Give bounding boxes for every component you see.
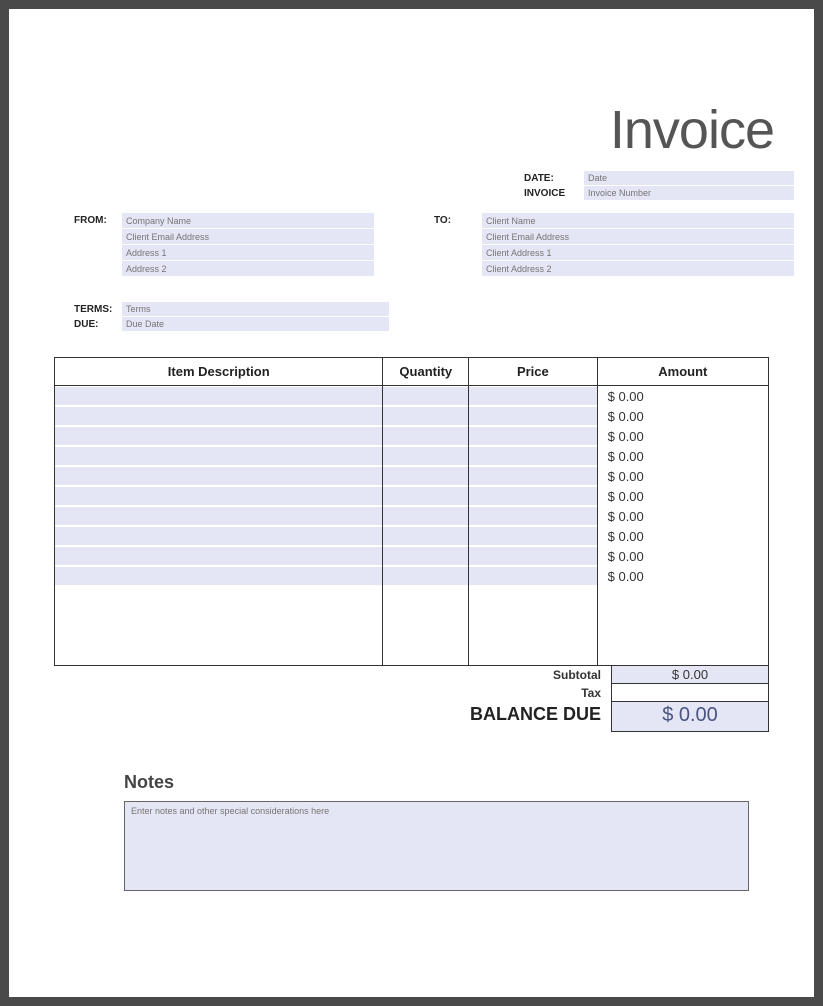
item-price-input[interactable] <box>469 387 597 405</box>
to-name-input[interactable] <box>482 213 794 228</box>
totals-block: Subtotal $ 0.00 Tax BALANCE DUE $ 0.00 <box>54 666 769 732</box>
invoice-number-label: INVOICE <box>524 188 584 199</box>
invoice-meta: DATE: INVOICE <box>524 171 794 201</box>
to-address1-input[interactable] <box>482 245 794 260</box>
invoice-page: Invoice DATE: INVOICE FROM: TO: <box>9 9 814 997</box>
table-row: $ 0.00 <box>55 447 769 466</box>
item-description-input[interactable] <box>55 447 382 465</box>
table-row: $ 0.00 <box>55 547 769 566</box>
to-block: TO: <box>434 213 794 277</box>
from-label: FROM: <box>74 213 122 277</box>
item-amount-value: $ 0.00 <box>597 407 768 426</box>
item-amount-value: $ 0.00 <box>597 507 768 526</box>
item-quantity-input[interactable] <box>383 527 468 545</box>
item-description-input[interactable] <box>55 467 382 485</box>
item-price-input[interactable] <box>469 407 597 425</box>
subtotal-value: $ 0.00 <box>611 666 769 684</box>
item-amount-value: $ 0.00 <box>597 447 768 466</box>
item-quantity-input[interactable] <box>383 507 468 525</box>
item-amount-value: $ 0.00 <box>597 387 768 406</box>
balance-due-label: BALANCE DUE <box>401 702 611 732</box>
terms-label: TERMS: <box>74 304 122 315</box>
balance-due-value: $ 0.00 <box>611 702 769 732</box>
item-quantity-input[interactable] <box>383 547 468 565</box>
from-address2-input[interactable] <box>122 261 374 276</box>
table-row: $ 0.00 <box>55 567 769 586</box>
to-email-input[interactable] <box>482 229 794 244</box>
item-price-input[interactable] <box>469 487 597 505</box>
item-amount-value: $ 0.00 <box>597 427 768 446</box>
item-quantity-input[interactable] <box>383 427 468 445</box>
table-row: $ 0.00 <box>55 507 769 526</box>
from-block: FROM: <box>74 213 434 277</box>
date-label: DATE: <box>524 173 584 184</box>
item-price-input[interactable] <box>469 427 597 445</box>
table-row: $ 0.00 <box>55 527 769 546</box>
from-address1-input[interactable] <box>122 245 374 260</box>
item-price-input[interactable] <box>469 527 597 545</box>
item-price-input[interactable] <box>469 447 597 465</box>
item-price-input[interactable] <box>469 507 597 525</box>
subtotal-label: Subtotal <box>401 666 611 684</box>
from-company-input[interactable] <box>122 213 374 228</box>
notes-heading: Notes <box>124 772 794 793</box>
item-price-input[interactable] <box>469 467 597 485</box>
due-input[interactable] <box>122 317 389 331</box>
invoice-number-input[interactable] <box>584 186 794 200</box>
item-amount-value: $ 0.00 <box>597 527 768 546</box>
col-header-description: Item Description <box>55 358 383 386</box>
page-title: Invoice <box>29 99 774 161</box>
table-row: $ 0.00 <box>55 407 769 426</box>
item-description-input[interactable] <box>55 507 382 525</box>
item-quantity-input[interactable] <box>383 407 468 425</box>
table-row: $ 0.00 <box>55 487 769 506</box>
tax-label: Tax <box>401 684 611 702</box>
col-header-amount: Amount <box>597 358 768 386</box>
col-header-quantity: Quantity <box>383 358 469 386</box>
item-amount-value: $ 0.00 <box>597 567 768 586</box>
item-description-input[interactable] <box>55 527 382 545</box>
item-description-input[interactable] <box>55 387 382 405</box>
item-description-input[interactable] <box>55 407 382 425</box>
col-header-price: Price <box>469 358 598 386</box>
item-description-input[interactable] <box>55 547 382 565</box>
from-email-input[interactable] <box>122 229 374 244</box>
item-quantity-input[interactable] <box>383 487 468 505</box>
date-input[interactable] <box>584 171 794 185</box>
item-quantity-input[interactable] <box>383 447 468 465</box>
item-quantity-input[interactable] <box>383 387 468 405</box>
item-amount-value: $ 0.00 <box>597 547 768 566</box>
item-quantity-input[interactable] <box>383 567 468 585</box>
item-price-input[interactable] <box>469 567 597 585</box>
table-row: $ 0.00 <box>55 427 769 446</box>
tax-value <box>611 684 769 702</box>
item-description-input[interactable] <box>55 427 382 445</box>
line-items-table: Item Description Quantity Price Amount $… <box>54 357 769 666</box>
table-row: $ 0.00 <box>55 467 769 486</box>
due-label: DUE: <box>74 319 122 330</box>
item-quantity-input[interactable] <box>383 467 468 485</box>
to-address2-input[interactable] <box>482 261 794 276</box>
item-amount-value: $ 0.00 <box>597 467 768 486</box>
item-description-input[interactable] <box>55 567 382 585</box>
item-description-input[interactable] <box>55 487 382 505</box>
item-amount-value: $ 0.00 <box>597 487 768 506</box>
item-price-input[interactable] <box>469 547 597 565</box>
table-row: $ 0.00 <box>55 387 769 406</box>
to-label: TO: <box>434 213 482 277</box>
parties-section: FROM: TO: <box>29 213 794 277</box>
notes-textarea[interactable] <box>124 801 749 891</box>
terms-input[interactable] <box>122 302 389 316</box>
terms-block: TERMS: DUE: <box>29 302 389 332</box>
